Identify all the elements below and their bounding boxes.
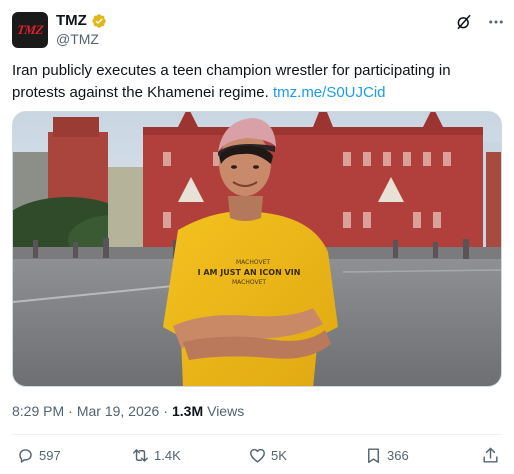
shirt-text-small: MACHOVET (236, 259, 270, 266)
verified-badge-icon (92, 13, 106, 28)
share-icon (483, 447, 498, 463)
share-button[interactable] (481, 446, 504, 465)
views-count[interactable]: 1.3M (172, 403, 203, 419)
divider (12, 434, 502, 435)
meta-separator: · (68, 403, 73, 419)
shirt-text-main: I AM JUST AN ICON VIN (198, 268, 301, 277)
tweet-link[interactable]: tmz.me/S0UJCid (273, 84, 386, 101)
repost-button[interactable]: 1.4K (131, 446, 181, 465)
repost-icon (133, 449, 148, 462)
tweet-text: Iran publicly executes a teen champion w… (12, 60, 502, 104)
avatar[interactable]: TMZ (12, 12, 48, 48)
display-name[interactable]: TMZ (56, 12, 87, 29)
more-icon[interactable] (486, 13, 506, 31)
tweet-time[interactable]: 8:29 PM (12, 403, 64, 419)
like-button[interactable]: 5K (248, 446, 287, 465)
views-label: Views (207, 403, 245, 419)
tweet-meta: 8:29 PM · Mar 19, 2026 · 1.3M Views (12, 403, 244, 419)
grok-icon[interactable] (455, 13, 473, 31)
repost-count: 1.4K (154, 448, 181, 463)
reply-icon (19, 449, 32, 463)
reply-button[interactable]: 597 (16, 446, 61, 465)
like-count: 5K (271, 448, 287, 463)
tmz-logo: TMZ (16, 22, 45, 37)
action-bar: 597 1.4K 5K 366 (0, 446, 514, 468)
tweet-photo[interactable]: MACHOVET I AM JUST AN ICON VIN MACHOVET (12, 111, 502, 387)
shirt-text-sub: MACHOVET (232, 279, 266, 286)
tweet: TMZ TMZ @TMZ Iran publicly executes a te… (0, 0, 514, 474)
tweet-date[interactable]: Mar 19, 2026 (77, 403, 160, 419)
bookmark-count: 366 (387, 448, 409, 463)
heart-icon (250, 448, 265, 463)
author-name-row[interactable]: TMZ (56, 12, 107, 29)
handle[interactable]: @TMZ (56, 31, 99, 47)
bookmark-button[interactable]: 366 (364, 446, 409, 465)
reply-count: 597 (39, 448, 61, 463)
photo-scene: MACHOVET I AM JUST AN ICON VIN MACHOVET (13, 112, 501, 386)
bookmark-icon (368, 448, 379, 463)
meta-separator-2: · (163, 403, 168, 419)
